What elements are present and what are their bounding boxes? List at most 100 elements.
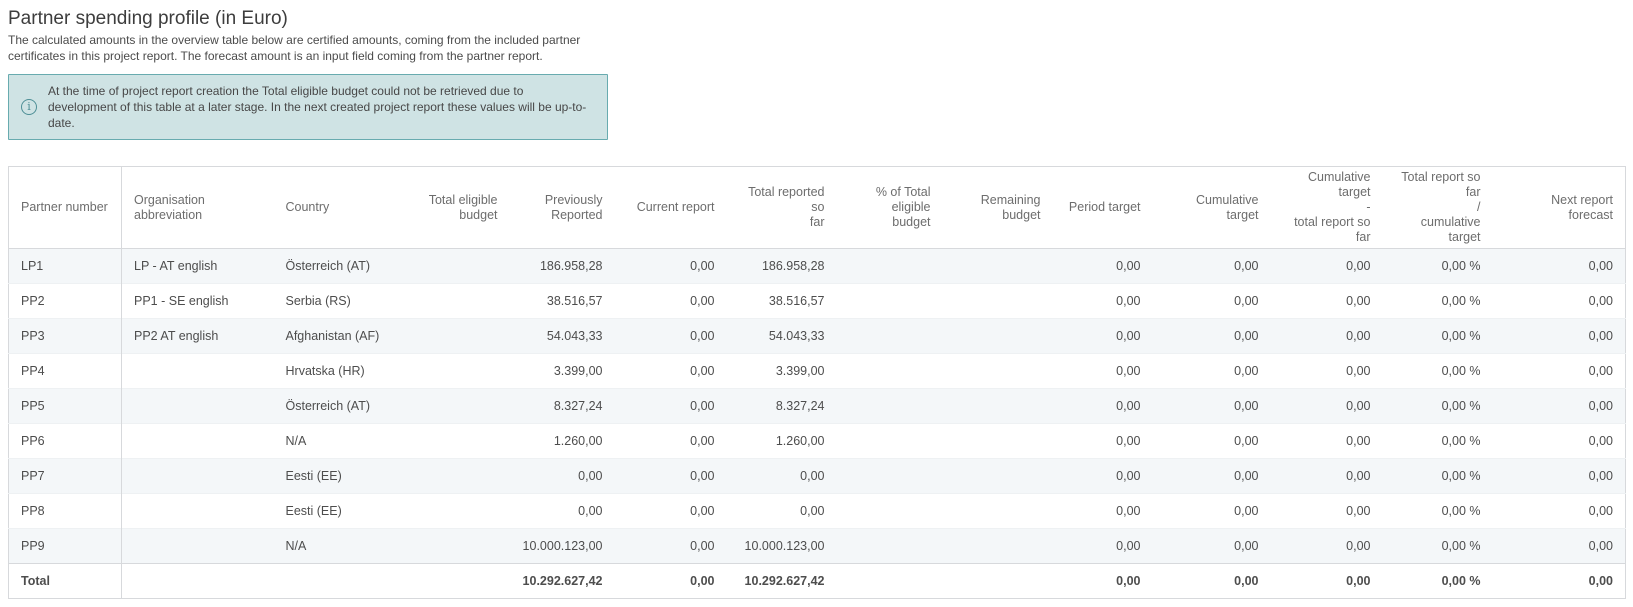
table-cell-total-reported-so-far: 186.958,28 — [727, 249, 837, 284]
table-cell-cumulative-target-minus-total-report-so-far: 0,00 — [1271, 319, 1383, 354]
table-cell-pct-of-total-eligible-budget — [837, 529, 943, 564]
table-header: Partner numberOrganisation abbreviationC… — [9, 167, 1626, 249]
table-cell-previously-reported: 3.399,00 — [510, 354, 615, 389]
table-cell-pct-of-total-eligible-budget-total — [837, 564, 943, 599]
table-cell-country: N/A — [274, 424, 414, 459]
table-cell-total-eligible-budget-total — [414, 564, 510, 599]
table-cell-remaining-budget — [943, 319, 1053, 354]
column-header-total-report-so-far-over-cumulative-target: Total report so far / cumulative target — [1383, 167, 1493, 249]
table-cell-remaining-budget-total — [943, 564, 1053, 599]
table-cell-previously-reported: 8.327,24 — [510, 389, 615, 424]
table-cell-pct-of-total-eligible-budget — [837, 424, 943, 459]
table-cell-organisation-abbreviation-total — [122, 564, 274, 599]
table-cell-total-eligible-budget — [414, 354, 510, 389]
table-cell-organisation-abbreviation: PP2 AT english — [122, 319, 274, 354]
table-cell-cumulative-target-minus-total-report-so-far: 0,00 — [1271, 529, 1383, 564]
column-header-next-report-forecast: Next report forecast — [1493, 167, 1626, 249]
table-cell-total-eligible-budget — [414, 319, 510, 354]
table-cell-total-reported-so-far: 54.043,33 — [727, 319, 837, 354]
table-cell-current-report-total: 0,00 — [615, 564, 727, 599]
table-cell-current-report: 0,00 — [615, 249, 727, 284]
table-cell-country: Eesti (EE) — [274, 459, 414, 494]
table-cell-remaining-budget — [943, 389, 1053, 424]
table-cell-pct-of-total-eligible-budget — [837, 284, 943, 319]
table-cell-current-report: 0,00 — [615, 494, 727, 529]
table-cell-current-report: 0,00 — [615, 319, 727, 354]
table-cell-pct-of-total-eligible-budget — [837, 459, 943, 494]
table-cell-remaining-budget — [943, 424, 1053, 459]
table-cell-pct-of-total-eligible-budget — [837, 354, 943, 389]
table-cell-total-report-so-far-over-cumulative-target: 0,00 % — [1383, 529, 1493, 564]
table-cell-total-reported-so-far: 0,00 — [727, 494, 837, 529]
table-cell-cumulative-target: 0,00 — [1153, 494, 1271, 529]
table-cell-next-report-forecast: 0,00 — [1493, 494, 1626, 529]
table-cell-period-target: 0,00 — [1053, 319, 1153, 354]
column-header-pct-of-total-eligible-budget: % of Total eligible budget — [837, 167, 943, 249]
table-cell-remaining-budget — [943, 284, 1053, 319]
table-cell-country: Eesti (EE) — [274, 494, 414, 529]
table-cell-country: Österreich (AT) — [274, 249, 414, 284]
table-cell-organisation-abbreviation — [122, 494, 274, 529]
table-cell-period-target: 0,00 — [1053, 459, 1153, 494]
table-cell-partner-number: PP6 — [9, 424, 122, 459]
table-cell-partner-number: PP8 — [9, 494, 122, 529]
table-cell-country: N/A — [274, 529, 414, 564]
table-cell-pct-of-total-eligible-budget — [837, 494, 943, 529]
table-cell-period-target: 0,00 — [1053, 354, 1153, 389]
table-cell-next-report-forecast: 0,00 — [1493, 459, 1626, 494]
table-row: PP9N/A10.000.123,000,0010.000.123,000,00… — [9, 529, 1626, 564]
table-cell-pct-of-total-eligible-budget — [837, 319, 943, 354]
table-cell-partner-number: PP9 — [9, 529, 122, 564]
table-cell-next-report-forecast: 0,00 — [1493, 529, 1626, 564]
column-header-current-report: Current report — [615, 167, 727, 249]
column-header-period-target: Period target — [1053, 167, 1153, 249]
table-cell-next-report-forecast: 0,00 — [1493, 424, 1626, 459]
table-cell-total-eligible-budget — [414, 284, 510, 319]
table-cell-partner-number: PP7 — [9, 459, 122, 494]
table-cell-next-report-forecast: 0,00 — [1493, 354, 1626, 389]
table-cell-period-target: 0,00 — [1053, 494, 1153, 529]
table-cell-cumulative-target-minus-total-report-so-far: 0,00 — [1271, 354, 1383, 389]
table-cell-total-report-so-far-over-cumulative-target-total: 0,00 % — [1383, 564, 1493, 599]
table-cell-total-report-so-far-over-cumulative-target: 0,00 % — [1383, 389, 1493, 424]
table-cell-partner-number: LP1 — [9, 249, 122, 284]
table-cell-total-reported-so-far: 10.000.123,00 — [727, 529, 837, 564]
table-cell-remaining-budget — [943, 354, 1053, 389]
page-title: Partner spending profile (in Euro) — [8, 8, 1625, 30]
table-cell-current-report: 0,00 — [615, 284, 727, 319]
table-cell-total-reported-so-far: 3.399,00 — [727, 354, 837, 389]
table-cell-pct-of-total-eligible-budget — [837, 249, 943, 284]
table-total-row: Total10.292.627,420,0010.292.627,420,000… — [9, 564, 1626, 599]
table-cell-next-report-forecast-total: 0,00 — [1493, 564, 1626, 599]
table-cell-current-report: 0,00 — [615, 529, 727, 564]
table-cell-country-total — [274, 564, 414, 599]
table-cell-total-eligible-budget — [414, 424, 510, 459]
table-row: PP6N/A1.260,000,001.260,000,000,000,000,… — [9, 424, 1626, 459]
table-cell-previously-reported: 10.000.123,00 — [510, 529, 615, 564]
table-cell-cumulative-target: 0,00 — [1153, 249, 1271, 284]
table-cell-previously-reported: 54.043,33 — [510, 319, 615, 354]
table-row: PP5Österreich (AT)8.327,240,008.327,240,… — [9, 389, 1626, 424]
table-cell-current-report: 0,00 — [615, 424, 727, 459]
table-cell-next-report-forecast: 0,00 — [1493, 284, 1626, 319]
table-cell-total-report-so-far-over-cumulative-target: 0,00 % — [1383, 494, 1493, 529]
table-cell-cumulative-target: 0,00 — [1153, 424, 1271, 459]
table-cell-period-target: 0,00 — [1053, 284, 1153, 319]
table-cell-cumulative-target: 0,00 — [1153, 284, 1271, 319]
page: Partner spending profile (in Euro) The c… — [0, 0, 1633, 607]
table-cell-cumulative-target-minus-total-report-so-far-total: 0,00 — [1271, 564, 1383, 599]
table-cell-country: Hrvatska (HR) — [274, 354, 414, 389]
column-header-previously-reported: Previously Reported — [510, 167, 615, 249]
table-header-row: Partner numberOrganisation abbreviationC… — [9, 167, 1626, 249]
table-cell-partner-number: PP5 — [9, 389, 122, 424]
table-cell-pct-of-total-eligible-budget — [837, 389, 943, 424]
table-cell-organisation-abbreviation — [122, 354, 274, 389]
info-banner: i At the time of project report creation… — [8, 74, 608, 140]
table-cell-cumulative-target: 0,00 — [1153, 459, 1271, 494]
table-row: PP8Eesti (EE)0,000,000,000,000,000,000,0… — [9, 494, 1626, 529]
table-row: PP4Hrvatska (HR)3.399,000,003.399,000,00… — [9, 354, 1626, 389]
table-cell-current-report: 0,00 — [615, 459, 727, 494]
column-header-remaining-budget: Remaining budget — [943, 167, 1053, 249]
table-cell-next-report-forecast: 0,00 — [1493, 389, 1626, 424]
table-cell-total-report-so-far-over-cumulative-target: 0,00 % — [1383, 249, 1493, 284]
